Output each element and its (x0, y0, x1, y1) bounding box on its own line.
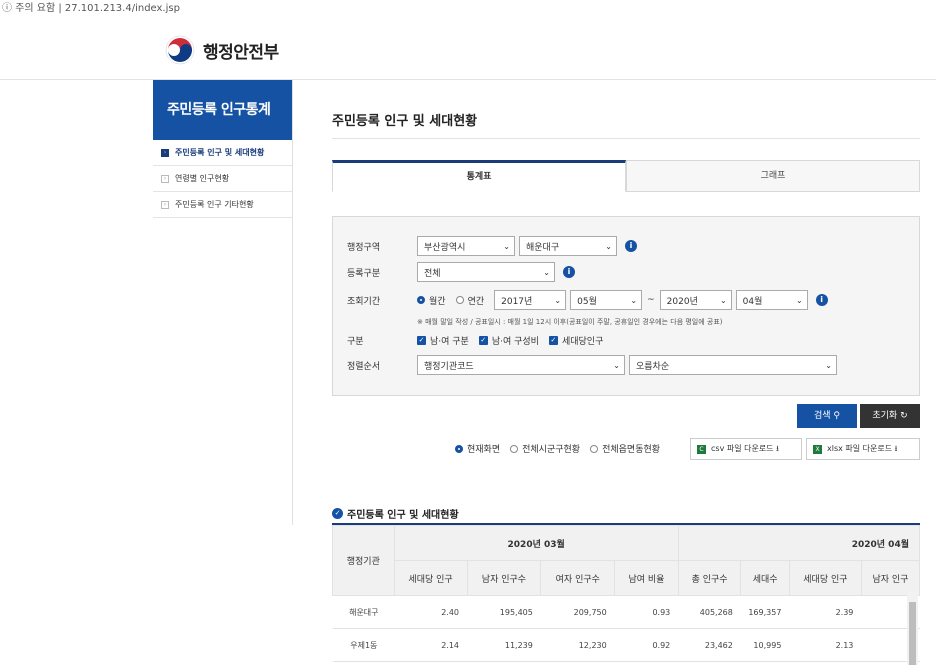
reg-type-row: 등록구분 전체⌄ i (347, 262, 575, 282)
arrow-icon: › (161, 175, 169, 183)
arrow-icon: › (161, 201, 169, 209)
start-month-select[interactable]: 05월⌄ (570, 290, 642, 310)
info-icon[interactable]: i (816, 294, 828, 306)
reg-type-label: 등록구분 (347, 266, 417, 279)
sort-row: 정렬순서 행정기관코드⌄ 오름차순⌄ (347, 355, 841, 375)
xlsx-download-button[interactable]: X xlsx 파일 다운로드 ⭳ (806, 438, 920, 460)
download-icon: ⭳ (895, 438, 898, 460)
region-label: 행정구역 (347, 240, 417, 253)
start-year-select[interactable]: 2017년⌄ (494, 290, 566, 310)
logo-text: 행정안전부 (203, 38, 279, 63)
period-label: 조회기간 (347, 294, 417, 307)
gender-checkbox[interactable]: ✓남·여 구분 (417, 334, 469, 347)
col-header: 남여 비율 (615, 561, 679, 596)
category-label: 구분 (347, 334, 417, 347)
sort-order-select[interactable]: 오름차순⌄ (629, 355, 837, 375)
sidebar-item-label: 주민등록 인구 및 세대현황 (175, 140, 264, 165)
end-month-select[interactable]: 04월⌄ (736, 290, 808, 310)
search-icon: ⚲ (833, 411, 840, 421)
org-header: 행정기관 (333, 526, 395, 596)
search-button[interactable]: 검색 ⚲ (797, 404, 857, 428)
tab-bar: 통계표 그래프 (332, 160, 920, 192)
col-header: 세대당 인구 (789, 561, 861, 596)
sidebar-item-age[interactable]: › 연령별 인구현황 (153, 166, 292, 192)
table-scrollbar[interactable] (907, 592, 918, 665)
period-header-2: 2020년 04월 (678, 526, 919, 561)
range-tilde: ~ (647, 295, 655, 305)
view-all-district-radio[interactable]: 전체시군구현황 (510, 442, 580, 455)
tab-table[interactable]: 통계표 (332, 160, 626, 192)
period-row: 조회기간 월간 연간 2017년⌄ 05월⌄ ~ 2020년⌄ 04월⌄ i (347, 290, 828, 310)
arrow-icon: › (161, 149, 169, 157)
data-table: 행정기관 2020년 03월 2020년 04월 세대당 인구 남자 인구수 여… (332, 523, 920, 667)
url-text[interactable]: 27.101.213.4/index.jsp (65, 3, 180, 14)
divider (332, 138, 920, 139)
end-year-select[interactable]: 2020년⌄ (660, 290, 732, 310)
xlsx-file-icon: X (813, 445, 822, 454)
download-icon: ⭳ (776, 438, 779, 460)
period-header-1: 2020년 03월 (394, 526, 678, 561)
security-label: 주의 요함 (15, 3, 55, 14)
household-pop-checkbox[interactable]: ✓세대당인구 (549, 334, 603, 347)
table-row: 우제1동 2.1411,23912,2300.92 23,46210,9952.… (333, 629, 920, 662)
region-city-select[interactable]: 부산광역시⌄ (417, 236, 515, 256)
scrollbar-thumb[interactable] (909, 602, 916, 665)
col-header: 세대수 (741, 561, 790, 596)
sidebar-item-other[interactable]: › 주민등록 인구 기타현황 (153, 192, 292, 218)
section-title: ✓ 주민등록 인구 및 세대현황 (332, 506, 459, 521)
category-row: 구분 ✓남·여 구분 ✓남·여 구성비 ✓세대당인구 (347, 334, 613, 347)
sidebar-item-population-households[interactable]: › 주민등록 인구 및 세대현황 (153, 140, 292, 166)
region-district-select[interactable]: 해운대구⌄ (519, 236, 617, 256)
info-icon[interactable]: i (625, 240, 637, 252)
reset-button[interactable]: 초기화 ↻ (860, 404, 920, 428)
reg-type-select[interactable]: 전체⌄ (417, 262, 555, 282)
site-header: 행정안전부 (0, 17, 936, 80)
sort-by-select[interactable]: 행정기관코드⌄ (417, 355, 625, 375)
col-header: 총 인구수 (678, 561, 741, 596)
period-yearly-radio[interactable]: 연간 (456, 294, 485, 307)
sidebar-item-label: 연령별 인구현황 (175, 166, 229, 191)
sort-label: 정렬순서 (347, 359, 417, 372)
gender-ratio-checkbox[interactable]: ✓남·여 구성비 (479, 334, 539, 347)
government-emblem-icon (165, 35, 195, 65)
col-header: 세대당 인구 (394, 561, 467, 596)
refresh-icon: ↻ (900, 411, 908, 421)
table-row (333, 662, 920, 667)
csv-file-icon: C (697, 445, 706, 454)
csv-download-button[interactable]: C csv 파일 다운로드 ⭳ (690, 438, 802, 460)
col-header: 여자 인구수 (541, 561, 615, 596)
sidebar: 주민등록 인구통계 › 주민등록 인구 및 세대현황 › 연령별 인구현황 › … (153, 80, 293, 525)
check-circle-icon: ✓ (332, 508, 343, 519)
period-monthly-radio[interactable]: 월간 (417, 294, 446, 307)
info-icon: ⓘ (2, 0, 12, 17)
col-header: 남자 인구수 (467, 561, 541, 596)
view-all-town-radio[interactable]: 전체읍면동현황 (590, 442, 660, 455)
tab-graph[interactable]: 그래프 (626, 160, 920, 192)
view-options: 현재화면 전체시군구현황 전체읍면동현황 (455, 442, 670, 455)
page-title: 주민등록 인구 및 세대현황 (332, 110, 477, 129)
publication-note: ※ 매월 말일 작성 / 공표일시 : 매월 1일 12시 이후(공표일이 주말… (417, 317, 723, 327)
search-form: 행정구역 부산광역시⌄ 해운대구⌄ i 등록구분 전체⌄ i 조회기간 월간 연… (332, 216, 920, 396)
table-row: 해운대구 2.40195,405209,7500.93 405,268169,3… (333, 596, 920, 629)
sidebar-title: 주민등록 인구통계 (153, 80, 292, 140)
address-bar[interactable]: ⓘ 주의 요함 | 27.101.213.4/index.jsp (0, 0, 936, 17)
col-header: 남자 인구 (861, 561, 919, 596)
info-icon[interactable]: i (563, 266, 575, 278)
view-current-radio[interactable]: 현재화면 (455, 442, 500, 455)
logo[interactable]: 행정안전부 (165, 35, 279, 65)
sidebar-item-label: 주민등록 인구 기타현황 (175, 192, 254, 217)
region-row: 행정구역 부산광역시⌄ 해운대구⌄ i (347, 236, 637, 256)
